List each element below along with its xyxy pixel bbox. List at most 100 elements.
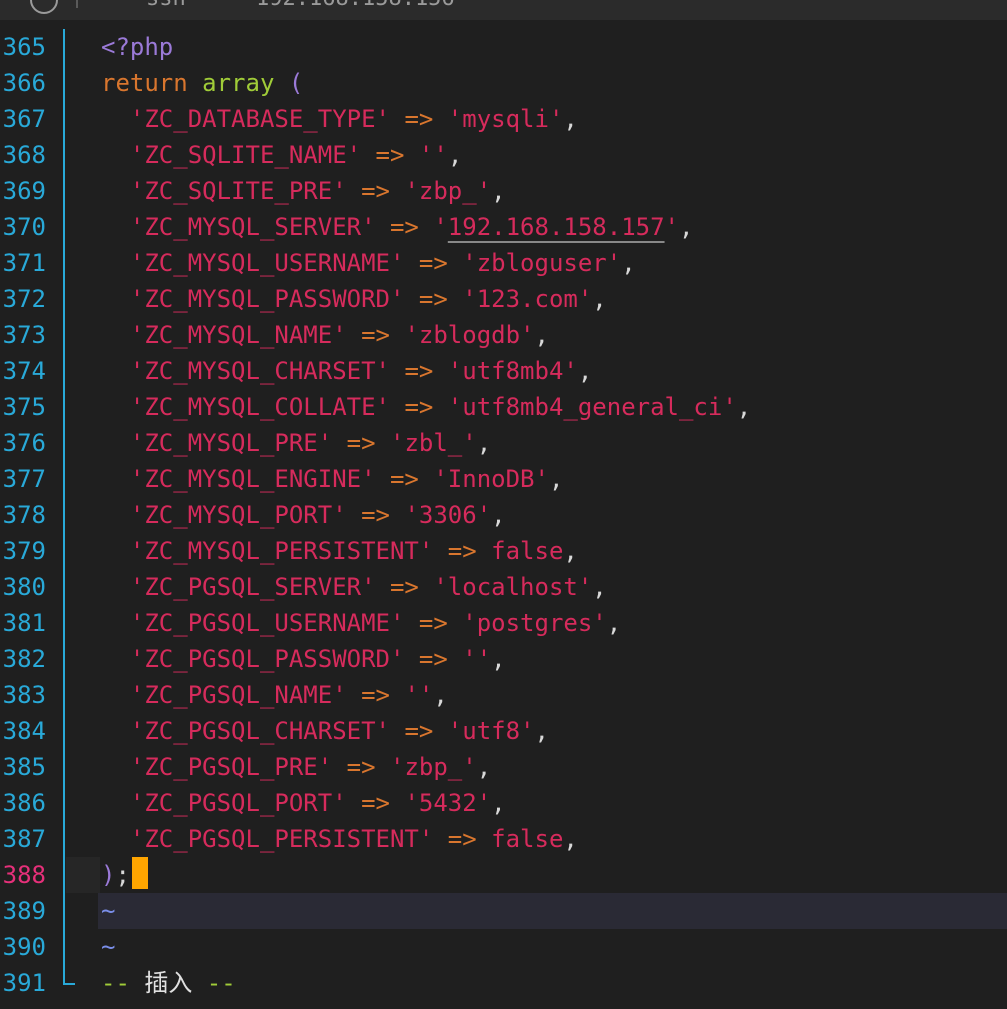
code-line[interactable]: 372 'ZC_MYSQL_PASSWORD' => '123.com', [0,281,1007,317]
code-token: => [418,645,463,673]
line-number: 374 [2,357,46,385]
code-token: , [563,825,578,853]
code-token: array [202,69,289,97]
code-token: , [476,753,492,781]
code-line[interactable]: 386 'ZC_PGSQL_PORT' => '5432', [0,785,1007,821]
line-number: 366 [2,69,46,97]
code-token: , [433,681,448,709]
code-line[interactable]: 384 'ZC_PGSQL_CHARSET' => 'utf8', [0,713,1007,749]
code-token: => [418,285,463,313]
line-code: 'ZC_PGSQL_USERNAME' => 'postgres', [101,605,621,641]
line-number: 367 [2,105,46,133]
code-line[interactable]: 387 'ZC_PGSQL_PERSISTENT' => false, [0,821,1007,857]
line-number: 378 [2,501,46,529]
code-line[interactable]: 380 'ZC_PGSQL_SERVER' => 'localhost', [0,569,1007,605]
code-token: 插入 [144,969,193,997]
code-line[interactable]: 367 'ZC_DATABASE_TYPE' => 'mysqli', [0,101,1007,137]
code-token: ~ [101,897,116,925]
line-number: 375 [2,393,46,421]
line-number: 386 [2,789,46,817]
line-code: 'ZC_MYSQL_COLLATE' => 'utf8mb4_general_c… [101,389,751,425]
info-icon[interactable] [30,0,58,14]
line-number: 389 [2,897,46,925]
code-line[interactable]: 390 ~ [0,929,1007,965]
code-token: 'ZC_MYSQL_NAME' [101,321,362,349]
line-code: 'ZC_MYSQL_PRE' => 'zbl_', [101,425,491,461]
code-token: => [404,717,448,745]
code-line[interactable]: 375 'ZC_MYSQL_COLLATE' => 'utf8mb4_gener… [0,389,1007,425]
code-line[interactable]: 381 'ZC_PGSQL_USERNAME' => 'postgres', [0,605,1007,641]
code-token: '' [418,141,448,169]
line-code: 'ZC_PGSQL_PORT' => '5432', [101,785,506,821]
code-token: -- [192,969,236,997]
line-code: ~ [101,893,115,929]
line-highlight [98,893,1007,929]
line-code: <?php [101,29,173,65]
code-line[interactable]: 379 'ZC_MYSQL_PERSISTENT' => false, [0,533,1007,569]
code-token: 'ZC_PGSQL_CHARSET' [101,717,405,745]
code-token: , [592,285,607,313]
line-number: 371 [2,249,46,277]
code-token: , [563,537,578,565]
code-line[interactable]: 377 'ZC_MYSQL_ENGINE' => 'InnoDB', [0,461,1007,497]
code-token: => [361,321,405,349]
code-token: 'ZC_MYSQL_CHARSET' [101,357,405,385]
code-line[interactable]: 383 'ZC_PGSQL_NAME' => '', [0,677,1007,713]
code-token: 'zbp_' [390,753,477,781]
code-token: '5432' [404,789,492,817]
code-line[interactable]: 370 'ZC_MYSQL_SERVER' => '192.168.158.15… [0,209,1007,245]
line-number: 365 [2,33,46,61]
code-line[interactable]: 378 'ZC_MYSQL_PORT' => '3306', [0,497,1007,533]
code-token: => [375,141,419,169]
code-line[interactable]: 365 <?php [0,29,1007,65]
code-token: 'ZC_PGSQL_PRE' [101,753,347,781]
code-token: false [491,825,564,853]
code-line[interactable]: 389 ~ [0,893,1007,929]
code-token: 'ZC_MYSQL_USERNAME' [101,249,419,277]
code-editor[interactable]: 365 <?php 366 return array (367 'ZC_DATABAS… [0,29,1007,1001]
code-token: 'ZC_MYSQL_COLLATE' [101,393,405,421]
code-line[interactable]: 388); [0,857,1007,893]
code-token: 'ZC_PGSQL_PASSWORD' [101,645,419,673]
code-token: , [621,249,636,277]
code-token: 'zbp_' [404,177,492,205]
code-line[interactable]: 382 'ZC_PGSQL_PASSWORD' => '', [0,641,1007,677]
code-line[interactable]: 376 'ZC_MYSQL_PRE' => 'zbl_', [0,425,1007,461]
code-token: , [679,213,694,241]
title-bar: ssh 192.168.158.156 [0,0,1007,20]
code-token: => [361,501,405,529]
line-code: 'ZC_PGSQL_PERSISTENT' => false, [101,821,578,857]
code-line[interactable]: 374 'ZC_MYSQL_CHARSET' => 'utf8mb4', [0,353,1007,389]
code-line[interactable]: 366 return array ( [0,65,1007,101]
code-token: ( [288,69,304,97]
line-number: 380 [2,573,46,601]
code-token: 'zblogdb' [404,321,535,349]
code-token: 'ZC_PGSQL_USERNAME' [101,609,419,637]
code-token: => [389,573,434,601]
code-line[interactable]: 371 'ZC_MYSQL_USERNAME' => 'zbloguser', [0,245,1007,281]
code-token: '' [404,681,434,709]
line-code: 'ZC_MYSQL_USERNAME' => 'zbloguser', [101,245,636,281]
line-number: 383 [2,681,46,709]
session-protocol: ssh [146,0,186,11]
code-token: , [606,609,622,637]
code-token: 'ZC_MYSQL_PERSISTENT' [101,537,448,565]
code-token: 'ZC_PGSQL_PERSISTENT' [101,825,448,853]
code-token: 'zbl_' [390,429,477,457]
code-token: , [736,393,752,421]
code-token: => [447,825,492,853]
line-code: 'ZC_MYSQL_SERVER' => '192.168.158.157', [101,209,694,245]
line-code: 'ZC_MYSQL_PASSWORD' => '123.com', [101,281,607,317]
code-token: , [476,429,492,457]
line-number: 391 [2,969,46,997]
code-line[interactable]: 368 'ZC_SQLITE_NAME' => '', [0,137,1007,173]
code-line[interactable]: 391 -- 插入 -- [0,965,1007,1001]
code-token: => [404,357,448,385]
code-token: 'InnoDB' [433,465,549,493]
code-line[interactable]: 369 'ZC_SQLITE_PRE' => 'zbp_', [0,173,1007,209]
code-token: , [577,357,593,385]
code-line[interactable]: 373 'ZC_MYSQL_NAME' => 'zblogdb', [0,317,1007,353]
code-token: 'utf8' [447,717,535,745]
code-line[interactable]: 385 'ZC_PGSQL_PRE' => 'zbp_', [0,749,1007,785]
line-number: 387 [2,825,46,853]
